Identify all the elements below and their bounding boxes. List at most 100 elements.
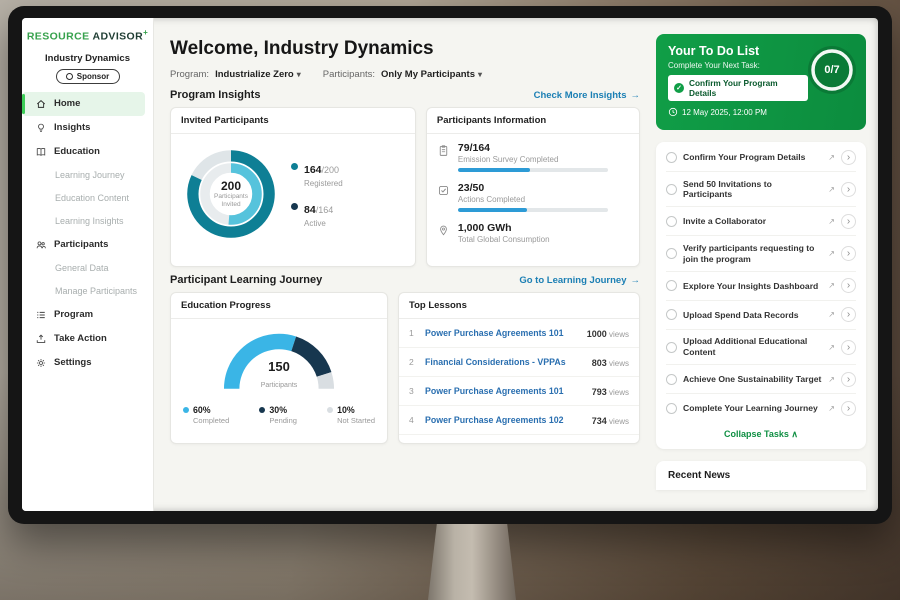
external-link-icon: ↗ (828, 217, 835, 226)
task-checkbox[interactable] (666, 216, 677, 227)
task-checkbox[interactable] (666, 309, 677, 320)
program-insights-header: Program Insights Check More Insights → (170, 89, 640, 101)
sidebar-item-program[interactable]: Program (22, 303, 145, 327)
page-title: Welcome, Industry Dynamics (170, 38, 640, 60)
chevron-right-icon[interactable]: › (841, 150, 856, 165)
legend-dot (183, 407, 189, 413)
lesson-link[interactable]: Financial Considerations - VPPAs (425, 357, 586, 367)
external-link-icon: ↗ (828, 185, 835, 194)
chevron-right-icon[interactable]: › (841, 214, 856, 229)
check-more-insights-link[interactable]: Check More Insights → (534, 90, 640, 101)
background-scene: RESOURCE ADVISOR+ Industry Dynamics Spon… (0, 0, 900, 600)
chevron-right-icon[interactable]: › (841, 340, 856, 355)
external-link-icon: ↗ (828, 310, 835, 319)
task-checkbox[interactable] (666, 184, 677, 195)
sidebar-item-take-action[interactable]: Take Action (22, 327, 145, 351)
legend-registered: 164/200 Registered (291, 160, 343, 188)
chevron-right-icon[interactable]: › (841, 307, 856, 322)
task-checkbox[interactable] (666, 374, 677, 385)
legend-pending: 30% Pending (259, 405, 297, 425)
brand-plus: + (143, 28, 148, 37)
external-link-icon: ↗ (828, 343, 835, 352)
task-row-explore-insights[interactable]: Explore Your Insights Dashboard ↗ › (666, 272, 856, 301)
invited-participants-card: Invited Participants 200 (170, 107, 416, 267)
program-filter-label: Program: (170, 69, 209, 80)
card-title: Top Lessons (399, 293, 639, 319)
program-dropdown[interactable]: Industrialize Zero ▾ (215, 69, 301, 80)
lesson-row: 2 Financial Considerations - VPPAs 803 v… (399, 348, 639, 377)
learning-journey-header: Participant Learning Journey Go to Learn… (170, 274, 640, 286)
dashboard-screen: RESOURCE ADVISOR+ Industry Dynamics Spon… (22, 18, 878, 511)
lesson-link[interactable]: Power Purchase Agreements 101 (425, 328, 581, 338)
monitor-stand (428, 524, 516, 600)
chevron-down-icon: ▾ (478, 70, 482, 79)
legend-dot (327, 407, 333, 413)
task-row-verify-participants[interactable]: Verify participants requesting to join t… (666, 236, 856, 271)
task-row-invite-collaborator[interactable]: Invite a Collaborator ↗ › (666, 207, 856, 236)
participants-information-card: Participants Information 79/164 Emission… (426, 107, 640, 267)
lesson-row: 5 Power Purchase Agreements 103 600 view… (399, 435, 639, 444)
lesson-link[interactable]: Power Purchase Agreements 101 (425, 386, 586, 396)
actions-icon (437, 184, 450, 197)
card-title: Invited Participants (171, 108, 415, 134)
task-row-confirm-program[interactable]: Confirm Your Program Details ↗ › (666, 143, 856, 172)
sponsor-icon (66, 73, 73, 80)
task-row-complete-learning-journey[interactable]: Complete Your Learning Journey ↗ › (666, 394, 856, 422)
legend-dot (259, 407, 265, 413)
task-checkbox[interactable] (666, 403, 677, 414)
task-row-send-invitations[interactable]: Send 50 Invitations to Participants ↗ › (666, 172, 856, 207)
sidebar-item-manage-participants[interactable]: Manage Participants (22, 280, 153, 303)
chevron-right-icon[interactable]: › (841, 278, 856, 293)
sidebar-item-participants[interactable]: Participants (22, 233, 145, 257)
collapse-icon: ∧ (791, 429, 798, 439)
info-row-actions: 23/50 Actions Completed (427, 174, 639, 214)
participants-filter-label: Participants: (323, 69, 375, 80)
gauge-center-label: Participants (261, 382, 298, 389)
arrow-right-icon: → (631, 275, 641, 286)
external-link-icon: ↗ (828, 404, 835, 413)
collapse-tasks-button[interactable]: Collapse Tasks ∧ (666, 422, 856, 448)
external-link-icon: ↗ (828, 281, 835, 290)
legend-active: 84/164 Active (291, 200, 343, 228)
task-row-upload-spend-data[interactable]: Upload Spend Data Records ↗ › (666, 301, 856, 330)
participants-dropdown[interactable]: Only My Participants ▾ (381, 69, 482, 80)
education-icon (35, 146, 47, 158)
survey-progress-bar (458, 168, 608, 172)
next-task-pill[interactable]: ✓ Confirm Your Program Details (668, 75, 808, 101)
chevron-right-icon[interactable]: › (841, 182, 856, 197)
task-checkbox[interactable] (666, 280, 677, 291)
sidebar-item-insights[interactable]: Insights (22, 116, 145, 140)
external-link-icon: ↗ (828, 375, 835, 384)
task-checkbox[interactable] (666, 248, 677, 259)
todo-progress-ring: 0/7 (808, 46, 856, 94)
lesson-link[interactable]: Power Purchase Agreements 102 (425, 415, 586, 425)
task-checkbox[interactable] (666, 152, 677, 163)
sidebar-item-home[interactable]: Home (22, 92, 145, 116)
sidebar: RESOURCE ADVISOR+ Industry Dynamics Spon… (22, 18, 154, 511)
sidebar-item-learning-insights[interactable]: Learning Insights (22, 210, 153, 233)
info-row-survey: 79/164 Emission Survey Completed (427, 134, 639, 174)
filters-row: Program: Industrialize Zero ▾ Participan… (170, 69, 640, 80)
actions-progress-bar (458, 208, 608, 212)
sidebar-item-label: Participants (54, 239, 108, 250)
task-row-achieve-target[interactable]: Achieve One Sustainability Target ↗ › (666, 365, 856, 394)
sidebar-item-general-data[interactable]: General Data (22, 257, 153, 280)
sidebar-item-education[interactable]: Education (22, 140, 145, 164)
sponsor-label: Sponsor (77, 72, 109, 81)
chevron-right-icon[interactable]: › (841, 401, 856, 416)
gauge-center-value: 150 (215, 359, 343, 374)
lesson-row: 1 Power Purchase Agreements 101 1000 vie… (399, 319, 639, 348)
go-to-learning-journey-link[interactable]: Go to Learning Journey → (519, 275, 640, 286)
chevron-right-icon[interactable]: › (841, 372, 856, 387)
sidebar-item-education-content[interactable]: Education Content (22, 187, 153, 210)
legend-dot (291, 163, 298, 170)
chevron-right-icon[interactable]: › (841, 246, 856, 261)
check-icon: ✓ (674, 83, 684, 93)
sidebar-item-settings[interactable]: Settings (22, 351, 145, 375)
card-title: Participants Information (427, 108, 639, 134)
sidebar-item-learning-journey[interactable]: Learning Journey (22, 164, 153, 187)
sponsor-badge[interactable]: Sponsor (56, 69, 120, 84)
task-row-upload-educational-content[interactable]: Upload Additional Educational Content ↗ … (666, 330, 856, 365)
sidebar-item-label: Program (54, 309, 93, 320)
task-checkbox[interactable] (666, 342, 677, 353)
